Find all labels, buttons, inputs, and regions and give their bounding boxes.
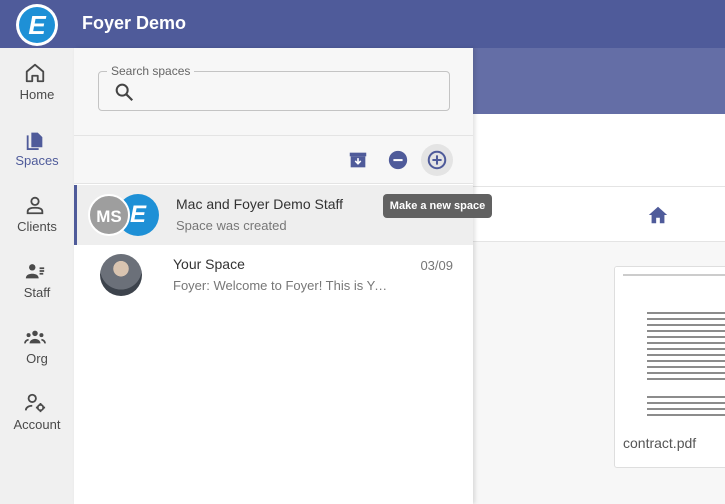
document-name[interactable]: contract.pdf [623,435,696,451]
archive-button[interactable] [342,144,374,176]
spaces-drawer: Search spaces E MS Mac and Foyer Demo St… [74,48,473,504]
nav-item-home[interactable]: Home [0,48,74,114]
space-subtitle: Foyer: Welcome to Foyer! This is Your Sp… [173,278,393,293]
home-icon[interactable] [647,204,669,226]
nav-label: Account [13,417,61,432]
app-logo[interactable]: E [16,4,58,46]
nav-item-account[interactable]: Account [0,378,74,444]
nav-item-staff[interactable]: Staff [0,246,74,312]
nav-label: Org [26,351,48,366]
add-circle-icon [427,150,447,170]
add-space-button[interactable] [421,144,453,176]
document-card[interactable]: contract.pdf [614,266,725,468]
space-subtitle: Space was created [176,218,287,233]
nav-label: Spaces [15,153,59,168]
spaces-toolbar [74,136,473,184]
nav-label: Staff [23,285,51,300]
documents-area: contract.pdf [473,242,725,504]
space-list-item[interactable]: Your Space Foyer: Welcome to Foyer! This… [74,245,473,305]
search-icon [115,83,134,102]
logo-letter: E [19,7,55,43]
nav-label: Home [19,87,55,102]
add-space-tooltip: Make a new space [383,194,492,218]
nav-label: Clients [17,219,57,234]
space-title: Mac and Foyer Demo Staff [176,196,344,212]
space-header-banner [473,48,725,114]
document-thumbnail [615,267,725,425]
space-date: 03/09 [420,258,453,273]
archive-icon [349,152,367,168]
search-area: Search spaces [74,48,473,136]
search-label: Search spaces [107,64,195,78]
account-icon [24,393,46,413]
remove-circle-icon [388,150,408,170]
spaces-icon [26,132,43,150]
org-icon [24,330,46,344]
space-title: Your Space [173,256,245,272]
search-input[interactable] [143,80,433,104]
avatar-photo [100,254,142,296]
nav-item-spaces[interactable]: Spaces [0,114,74,180]
left-nav-rail: Home Spaces Clients Staff Org Account [0,48,74,504]
staff-icon [25,264,45,279]
app-header: E Foyer Demo [0,0,725,48]
search-box[interactable]: Search spaces [98,64,450,111]
space-nav-bar [473,186,725,242]
app-title: Foyer Demo [82,13,187,33]
home-icon [25,63,45,83]
remove-space-button[interactable] [382,144,414,176]
avatar-initials: MS [88,194,130,236]
clients-icon [26,196,44,215]
nav-item-clients[interactable]: Clients [0,180,74,246]
nav-item-org[interactable]: Org [0,312,74,378]
